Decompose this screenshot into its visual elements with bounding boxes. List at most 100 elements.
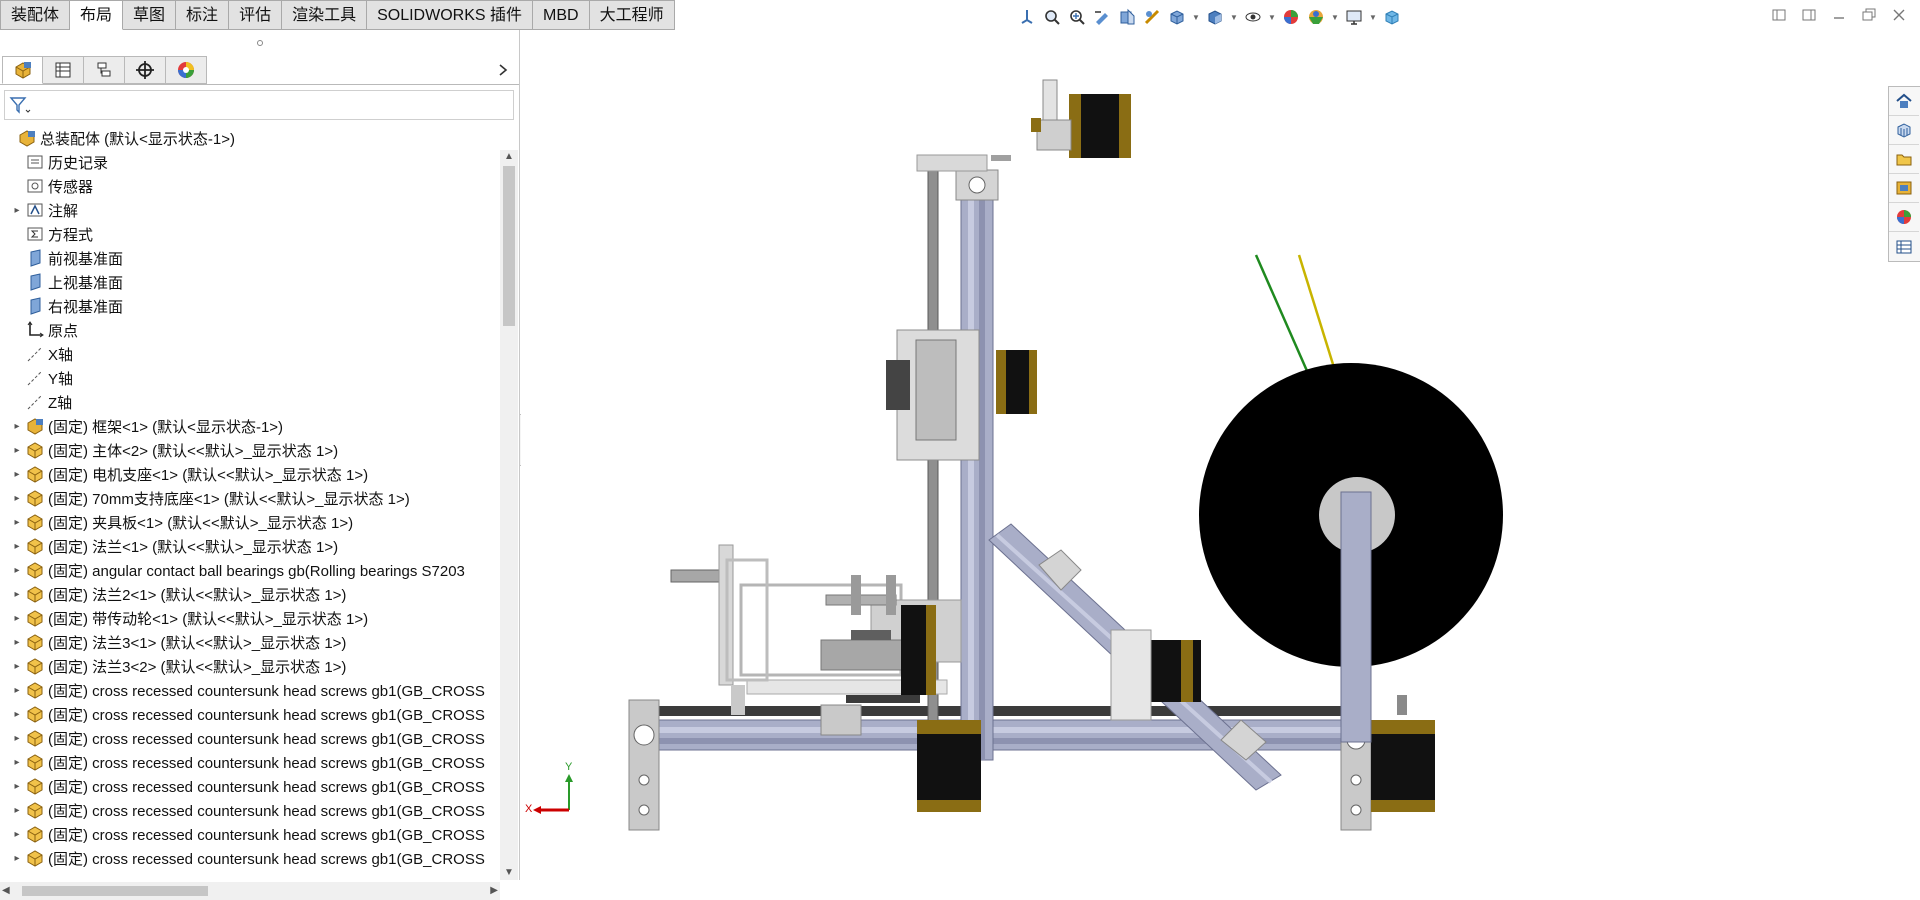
command-tab-0[interactable]: 装配体 xyxy=(0,0,71,30)
hide-show-dropdown-icon[interactable]: ▼ xyxy=(1267,6,1277,28)
display-style-icon[interactable] xyxy=(1204,6,1226,28)
tree-root-assembly[interactable]: 总装配体 (默认<显示状态-1>) xyxy=(0,126,500,150)
scroll-right-icon[interactable]: ▶ xyxy=(490,882,498,900)
expand-arrow-icon[interactable]: ▸ xyxy=(8,757,26,768)
apply-scene-icon[interactable] xyxy=(1305,6,1327,28)
tree-item[interactable]: 方程式 xyxy=(0,222,500,246)
tree-item[interactable]: ▸ (固定) 法兰3<2> (默认<<默认>_显示状态 1>) xyxy=(0,654,500,678)
display-style-dropdown-icon[interactable]: ▼ xyxy=(1229,6,1239,28)
hide-show-icon[interactable] xyxy=(1242,6,1264,28)
tree-item[interactable]: ▸ (固定) cross recessed countersunk head sc… xyxy=(0,798,500,822)
tree-item[interactable]: 历史记录 xyxy=(0,150,500,174)
task-custom-properties-icon[interactable] xyxy=(1889,232,1919,261)
expand-arrow-icon[interactable]: ▸ xyxy=(8,445,26,456)
expand-arrow-icon[interactable]: ▸ xyxy=(8,637,26,648)
restore-icon[interactable] xyxy=(1860,6,1878,24)
command-tab-8[interactable]: 大工程师 xyxy=(589,0,675,30)
tree-item[interactable]: ▸ (固定) 电机支座<1> (默认<<默认>_显示状态 1>) xyxy=(0,462,500,486)
tree-item[interactable]: ▸ (固定) angular contact ball bearings gb(R… xyxy=(0,558,500,582)
section-view-icon[interactable] xyxy=(1116,6,1138,28)
command-tab-4[interactable]: 评估 xyxy=(229,0,283,30)
tree-item[interactable]: ▸ (固定) cross recessed countersunk head sc… xyxy=(0,774,500,798)
tree-item[interactable]: 前视基准面 xyxy=(0,246,500,270)
close-icon[interactable] xyxy=(1890,6,1908,24)
expand-arrow-icon[interactable]: ▸ xyxy=(8,733,26,744)
scroll-left-icon[interactable]: ◀ xyxy=(2,882,10,900)
expand-arrow-icon[interactable]: ▸ xyxy=(8,205,26,216)
view-settings-icon[interactable] xyxy=(1343,6,1365,28)
expand-arrow-icon[interactable]: ▸ xyxy=(8,685,26,696)
task-appearances-icon[interactable] xyxy=(1889,203,1919,232)
zoom-to-fit-icon[interactable] xyxy=(1041,6,1063,28)
tree-item[interactable]: ▸ (固定) 框架<1> (默认<显示状态-1>) xyxy=(0,414,500,438)
view-orientation-dropdown-icon[interactable]: ▼ xyxy=(1191,6,1201,28)
tree-vertical-scrollbar[interactable]: ▲ ▼ xyxy=(500,150,518,880)
filter-icon[interactable] xyxy=(9,95,31,115)
assembly-model[interactable]: Y X xyxy=(521,30,1889,880)
task-home-icon[interactable] xyxy=(1889,87,1919,116)
tile-left-icon[interactable] xyxy=(1770,6,1788,24)
tree-item[interactable]: ▸ (固定) cross recessed countersunk head sc… xyxy=(0,726,500,750)
tree-item[interactable]: ▸ 注解 xyxy=(0,198,500,222)
expand-arrow-icon[interactable]: ▸ xyxy=(8,661,26,672)
view-orientation-cube-icon[interactable] xyxy=(1166,6,1188,28)
expand-arrow-icon[interactable]: ▸ xyxy=(8,565,26,576)
3d-view-icon[interactable] xyxy=(1381,6,1403,28)
tree-item[interactable]: ▸ (固定) 法兰3<1> (默认<<默认>_显示状态 1>) xyxy=(0,630,500,654)
pane-grip[interactable] xyxy=(0,30,519,56)
expand-arrow-icon[interactable]: ▸ xyxy=(8,781,26,792)
graphics-viewport[interactable]: Y X xyxy=(521,30,1889,880)
view-orientation-icon[interactable] xyxy=(1016,6,1038,28)
tree-item[interactable]: ▸ (固定) 主体<2> (默认<<默认>_显示状态 1>) xyxy=(0,438,500,462)
expand-arrow-icon[interactable]: ▸ xyxy=(8,421,26,432)
tree-item[interactable]: ▸ (固定) cross recessed countersunk head sc… xyxy=(0,678,500,702)
expand-arrow-icon[interactable]: ▸ xyxy=(8,493,26,504)
tree-horizontal-scrollbar[interactable]: ◀ ▶ xyxy=(0,882,500,900)
tree-item[interactable]: ▸ (固定) 夹具板<1> (默认<<默认>_显示状态 1>) xyxy=(0,510,500,534)
tree-item[interactable]: ▸ (固定) 法兰2<1> (默认<<默认>_显示状态 1>) xyxy=(0,582,500,606)
tree-item[interactable]: ▸ (固定) cross recessed countersunk head sc… xyxy=(0,822,500,846)
tree-item[interactable]: 上视基准面 xyxy=(0,270,500,294)
tree-item[interactable]: ▸ (固定) cross recessed countersunk head sc… xyxy=(0,846,500,868)
configuration-manager-tab[interactable] xyxy=(84,56,125,84)
dimxpert-manager-tab[interactable] xyxy=(125,56,166,84)
tree-item[interactable]: ▸ (固定) 带传动轮<1> (默认<<默认>_显示状态 1>) xyxy=(0,606,500,630)
apply-scene-dropdown-icon[interactable]: ▼ xyxy=(1330,6,1340,28)
edit-appearance-icon[interactable] xyxy=(1280,6,1302,28)
command-tab-6[interactable]: SOLIDWORKS 插件 xyxy=(367,0,534,30)
command-tab-3[interactable]: 标注 xyxy=(176,0,230,30)
expand-arrow-icon[interactable]: ▸ xyxy=(8,853,26,864)
expand-arrow-icon[interactable]: ▸ xyxy=(8,517,26,528)
tree-item[interactable]: ▸ (固定) cross recessed countersunk head sc… xyxy=(0,750,500,774)
expand-arrow-icon[interactable]: ▸ xyxy=(8,541,26,552)
view-settings-dropdown-icon[interactable]: ▼ xyxy=(1368,6,1378,28)
task-design-library-icon[interactable] xyxy=(1889,116,1919,145)
scroll-up-icon[interactable]: ▲ xyxy=(500,150,518,164)
expand-arrow-icon[interactable]: ▸ xyxy=(8,589,26,600)
expand-arrow-icon[interactable]: ▸ xyxy=(8,613,26,624)
display-manager-tab[interactable] xyxy=(166,56,207,84)
scrollbar-thumb[interactable] xyxy=(22,886,208,896)
scroll-down-icon[interactable]: ▼ xyxy=(500,866,518,880)
tree-item[interactable]: 原点 xyxy=(0,318,500,342)
task-view-palette-icon[interactable] xyxy=(1889,174,1919,203)
tree-filter-bar[interactable] xyxy=(4,90,514,120)
tree-item[interactable]: 传感器 xyxy=(0,174,500,198)
zoom-to-area-icon[interactable] xyxy=(1066,6,1088,28)
more-tabs-arrow-icon[interactable] xyxy=(495,60,511,80)
tree-item[interactable]: ▸ (固定) 法兰<1> (默认<<默认>_显示状态 1>) xyxy=(0,534,500,558)
tree-item[interactable]: X轴 xyxy=(0,342,500,366)
expand-arrow-icon[interactable]: ▸ xyxy=(8,805,26,816)
scrollbar-thumb[interactable] xyxy=(503,166,515,326)
tree-item[interactable]: ▸ (固定) cross recessed countersunk head sc… xyxy=(0,702,500,726)
command-tab-5[interactable]: 渲染工具 xyxy=(282,0,368,30)
tree-item[interactable]: Y轴 xyxy=(0,366,500,390)
previous-view-icon[interactable] xyxy=(1091,6,1113,28)
expand-arrow-icon[interactable]: ▸ xyxy=(8,829,26,840)
expand-arrow-icon[interactable]: ▸ xyxy=(8,469,26,480)
command-tab-2[interactable]: 草图 xyxy=(123,0,177,30)
minimize-icon[interactable] xyxy=(1830,6,1848,24)
dynamic-annotation-icon[interactable] xyxy=(1141,6,1163,28)
tree-item[interactable]: Z轴 xyxy=(0,390,500,414)
tree-item[interactable]: 右视基准面 xyxy=(0,294,500,318)
